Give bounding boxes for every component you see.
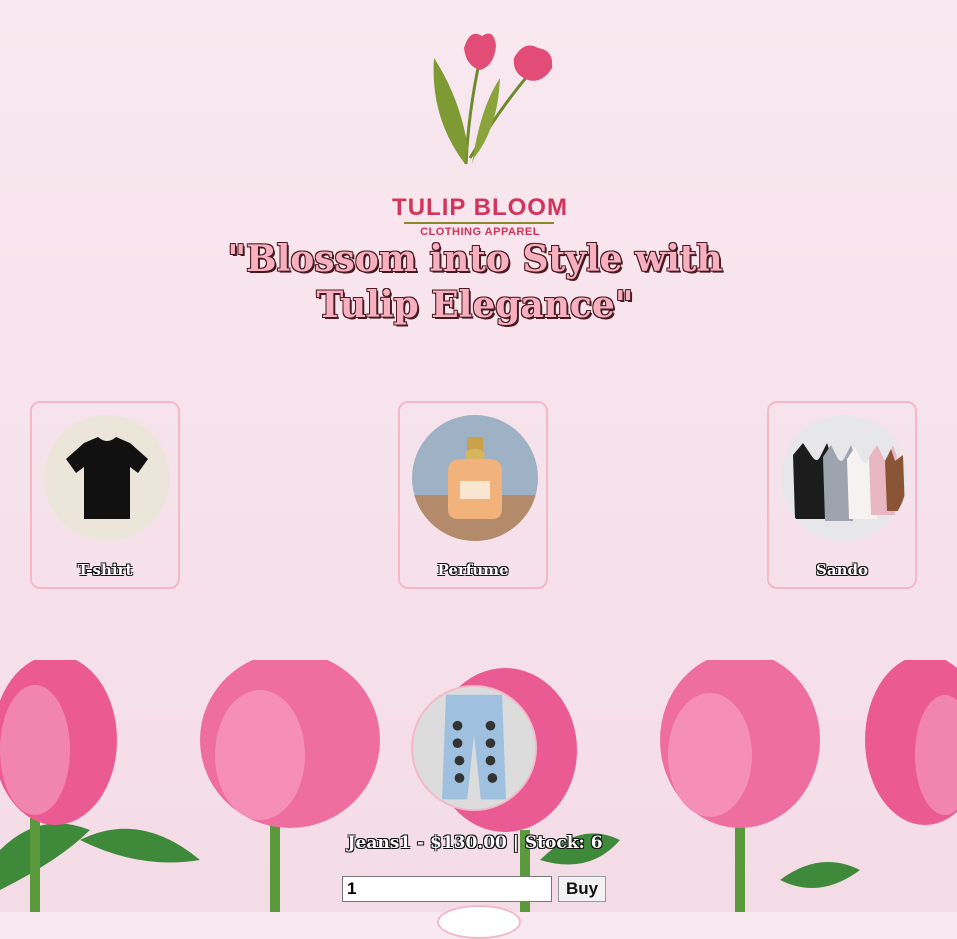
category-card-sando[interactable]: Sando <box>767 401 917 589</box>
quantity-input[interactable] <box>342 876 552 902</box>
buy-button[interactable]: Buy <box>558 876 606 902</box>
sando-image <box>781 415 907 541</box>
tshirt-image <box>44 415 170 541</box>
brand-name: TULIP BLOOM <box>392 194 568 221</box>
category-label: T-shirt <box>77 561 133 579</box>
category-card-tshirt[interactable]: T-shirt <box>30 401 180 589</box>
tulip-logo-icon <box>433 33 553 165</box>
category-label: Perfume <box>437 561 509 579</box>
product-info: Jeans1 - $130.00 | Stock: 6 <box>347 833 603 853</box>
category-label: Sando <box>816 561 868 579</box>
product-image-jeans[interactable] <box>411 685 537 811</box>
brand-divider <box>404 222 554 224</box>
perfume-image <box>412 415 538 541</box>
brand-logo: TULIP BLOOM CLOTHING APPAREL <box>390 28 570 238</box>
next-product-image[interactable] <box>437 905 521 939</box>
category-card-perfume[interactable]: Perfume <box>398 401 548 589</box>
tagline: "Blossom into Style with Tulip Elegance" <box>227 238 723 326</box>
